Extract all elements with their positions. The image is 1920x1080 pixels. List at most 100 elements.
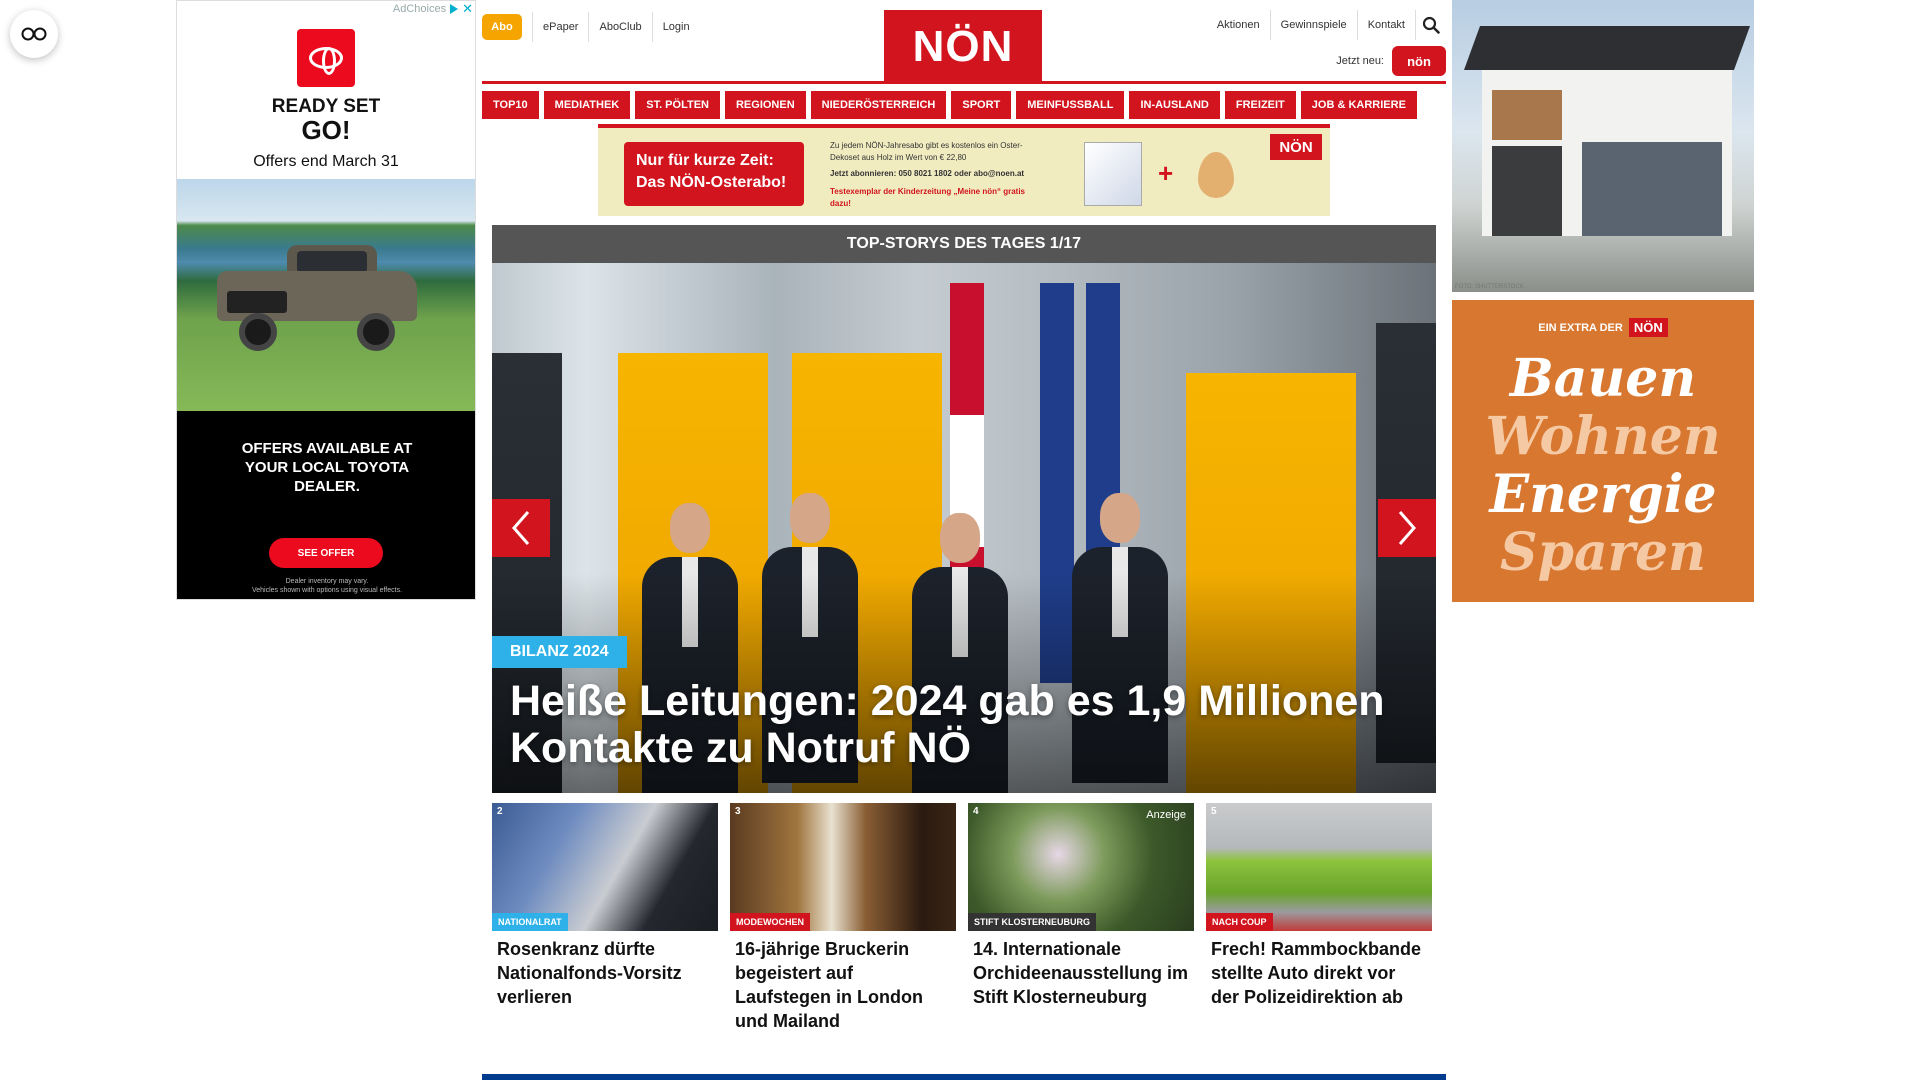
banner-headline: Nur für kurze Zeit: Das NÖN-Osterabo! (624, 142, 804, 206)
story-thumbnail[interactable]: 3 MODEWOCHEN (730, 803, 956, 931)
word-wohnen: Wohnen (1485, 406, 1721, 467)
ad-words: Bauen Wohnen Energie Sparen (1452, 350, 1754, 582)
chevron-right-icon (1398, 511, 1416, 545)
site-logo[interactable]: NÖN (884, 10, 1042, 84)
login-link[interactable]: Login (651, 12, 700, 42)
toyota-logo (297, 29, 355, 87)
story-title[interactable]: Frech! Rammbockbande stellte Auto direkt… (1206, 937, 1432, 1009)
nav-item-regionen[interactable]: REGIONEN (724, 91, 806, 119)
top-stories-header: TOP-STORYS DES TAGES 1/17 (492, 225, 1436, 263)
right-links: Aktionen Gewinnspiele Kontakt (1207, 10, 1446, 40)
ad-offers-available: OFFERS AVAILABLE AT YOUR LOCAL TOYOTA DE… (241, 440, 413, 495)
slider-prev-button[interactable] (492, 499, 550, 557)
story-tag[interactable]: NATIONALRAT (492, 913, 568, 931)
nav-item-st-poelten[interactable]: ST. PÖLTEN (635, 91, 720, 119)
truck-illustration (217, 241, 417, 351)
left-ad-toyota[interactable]: AdChoices ✕ READY SET GO! Offers end Mar… (176, 0, 476, 600)
story-number: 4 (973, 806, 979, 817)
story-tag[interactable]: MODEWOCHEN (730, 913, 810, 931)
story-card[interactable]: 2 NATIONALRAT Rosenkranz dürfte National… (492, 803, 718, 1033)
nav-item-sport[interactable]: SPORT (951, 91, 1012, 119)
nav-item-meinfussball[interactable]: MEINFUSSBALL (1016, 91, 1125, 119)
bottom-strip (482, 1074, 1446, 1080)
slider-next-button[interactable] (1378, 499, 1436, 557)
accessibility-button[interactable] (10, 10, 58, 58)
adchoices[interactable]: AdChoices ✕ (393, 1, 473, 17)
main-column: Abo ePaper AboClub Login NÖN Aktionen Ge… (482, 0, 1446, 1031)
plus-icon: + (1158, 158, 1174, 188)
hero-slide[interactable]: BILANZ 2024 Heiße Leitungen: 2024 gab es… (492, 263, 1436, 793)
story-card[interactable]: 3 MODEWOCHEN 16-jährige Bruckerin begeis… (730, 803, 956, 1033)
main-nav: TOP10 MEDIATHEK ST. PÖLTEN REGIONEN NIED… (482, 91, 1446, 119)
word-sparen: Sparen (1500, 522, 1706, 583)
story-thumbnail[interactable]: 5 NACH COUP (1206, 803, 1432, 931)
hero-tag[interactable]: BILANZ 2024 (492, 636, 627, 668)
story-title[interactable]: 16-jährige Bruckerin begeistert auf Lauf… (730, 937, 956, 1033)
ad-offers-end: Offers end March 31 (253, 153, 399, 170)
ad-ready-set: READY SET (271, 96, 381, 117)
word-energie: Energie (1489, 464, 1717, 525)
ad-truck-image (177, 179, 475, 411)
banner-text: Zu jedem NÖN-Jahresabo gibt es kostenlos… (830, 140, 1030, 210)
story-title[interactable]: 14. Internationale Orchideenausstellung … (968, 937, 1194, 1009)
banner-headline-2: Das NÖN-Osterabo! (636, 174, 787, 191)
story-card[interactable]: 4 Anzeige STIFT KLOSTERNEUBURG 14. Inter… (968, 803, 1194, 1033)
story-thumbnail[interactable]: 4 Anzeige STIFT KLOSTERNEUBURG (968, 803, 1194, 931)
search-icon[interactable] (1416, 10, 1446, 40)
osterabo-banner[interactable]: Nur für kurze Zeit: Das NÖN-Osterabo! Zu… (598, 124, 1330, 216)
ad-fine-print-1: Dealer inventory may vary. (285, 578, 369, 585)
chevron-left-icon (512, 511, 530, 545)
story-tag[interactable]: NACH COUP (1206, 913, 1273, 931)
glasses-icon (21, 27, 47, 41)
extra-logo: NÖN (1628, 318, 1668, 337)
close-icon[interactable]: ✕ (462, 1, 473, 17)
abo-button[interactable]: Abo (482, 14, 522, 40)
nav-item-mediathek[interactable]: MEDIATHEK (543, 91, 631, 119)
right-ad-house[interactable]: FOTO: SHUTTERSTOCK (1452, 0, 1754, 292)
story-title[interactable]: Rosenkranz dürfte Nationalfonds-Vorsitz … (492, 937, 718, 1009)
nav-item-top10[interactable]: TOP10 (482, 91, 539, 119)
epaper-link[interactable]: ePaper (532, 12, 588, 42)
anzeige-label: Anzeige (1146, 809, 1186, 821)
extra-label: EIN EXTRA DER (1538, 321, 1623, 334)
nav-item-freizeit[interactable]: FREIZEIT (1224, 91, 1296, 119)
header: Abo ePaper AboClub Login NÖN Aktionen Ge… (482, 0, 1446, 84)
ad-go-text: GO! (301, 115, 351, 145)
adchoices-label: AdChoices (392, 3, 447, 15)
word-bauen: Bauen (1509, 348, 1697, 409)
story-thumbnail[interactable]: 2 NATIONALRAT (492, 803, 718, 931)
foto-credit: FOTO: SHUTTERSTOCK (1455, 284, 1524, 290)
story-number: 2 (497, 806, 503, 817)
banner-text-2: Jetzt abonnieren: 050 8021 1802 oder abo… (830, 169, 1025, 178)
house-image (1463, 26, 1751, 236)
story-number: 5 (1211, 806, 1217, 817)
banner-logo: NÖN (1270, 134, 1322, 160)
extra-label-row: EIN EXTRA DER NÖN (1452, 318, 1754, 337)
jetzt-neu-label: Jetzt neu: (1336, 55, 1384, 67)
story-card[interactable]: 5 NACH COUP Frech! Rammbockbande stellte… (1206, 803, 1432, 1033)
nav-item-niederoesterreich[interactable]: NIEDERÖSTERREICH (810, 91, 947, 119)
ad-go: GO! (177, 115, 475, 146)
ad-fine-print-2: Vehicles shown with options using visual… (251, 587, 403, 594)
easter-egg-image (1198, 152, 1234, 198)
banner-text-3: Testexemplar der Kinderzeitung „Meine nö… (830, 187, 1025, 208)
ad-bottom-panel: OFFERS AVAILABLE AT YOUR LOCAL TOYOTA DE… (177, 411, 475, 599)
banner-headline-1: Nur für kurze Zeit: (636, 152, 774, 169)
right-ad-bauen-wohnen[interactable]: EIN EXTRA DER NÖN Bauen Wohnen Energie S… (1452, 300, 1754, 602)
aktionen-link[interactable]: Aktionen (1207, 10, 1271, 40)
nav-item-in-ausland[interactable]: IN-AUSLAND (1129, 91, 1220, 119)
gewinnspiele-link[interactable]: Gewinnspiele (1271, 10, 1358, 40)
top-links: ePaper AboClub Login (532, 12, 700, 42)
kontakt-link[interactable]: Kontakt (1358, 10, 1416, 40)
ad-fine-print: Dealer inventory may vary. Vehicles show… (177, 577, 475, 595)
see-offer-button[interactable]: SEE OFFER (269, 538, 383, 568)
meine-noen-badge[interactable]: nön (1392, 46, 1446, 76)
story-tag[interactable]: STIFT KLOSTERNEUBURG (968, 913, 1096, 931)
newspaper-image (1084, 142, 1142, 206)
nav-item-job-karriere[interactable]: JOB & KARRIERE (1300, 91, 1417, 119)
story-number: 3 (735, 806, 741, 817)
hero-title[interactable]: Heiße Leitungen: 2024 gab es 1,9 Million… (510, 678, 1410, 772)
jetzt-neu: Jetzt neu: nön (1336, 46, 1446, 76)
aboclub-link[interactable]: AboClub (588, 12, 651, 42)
adchoices-icon[interactable] (450, 4, 459, 14)
